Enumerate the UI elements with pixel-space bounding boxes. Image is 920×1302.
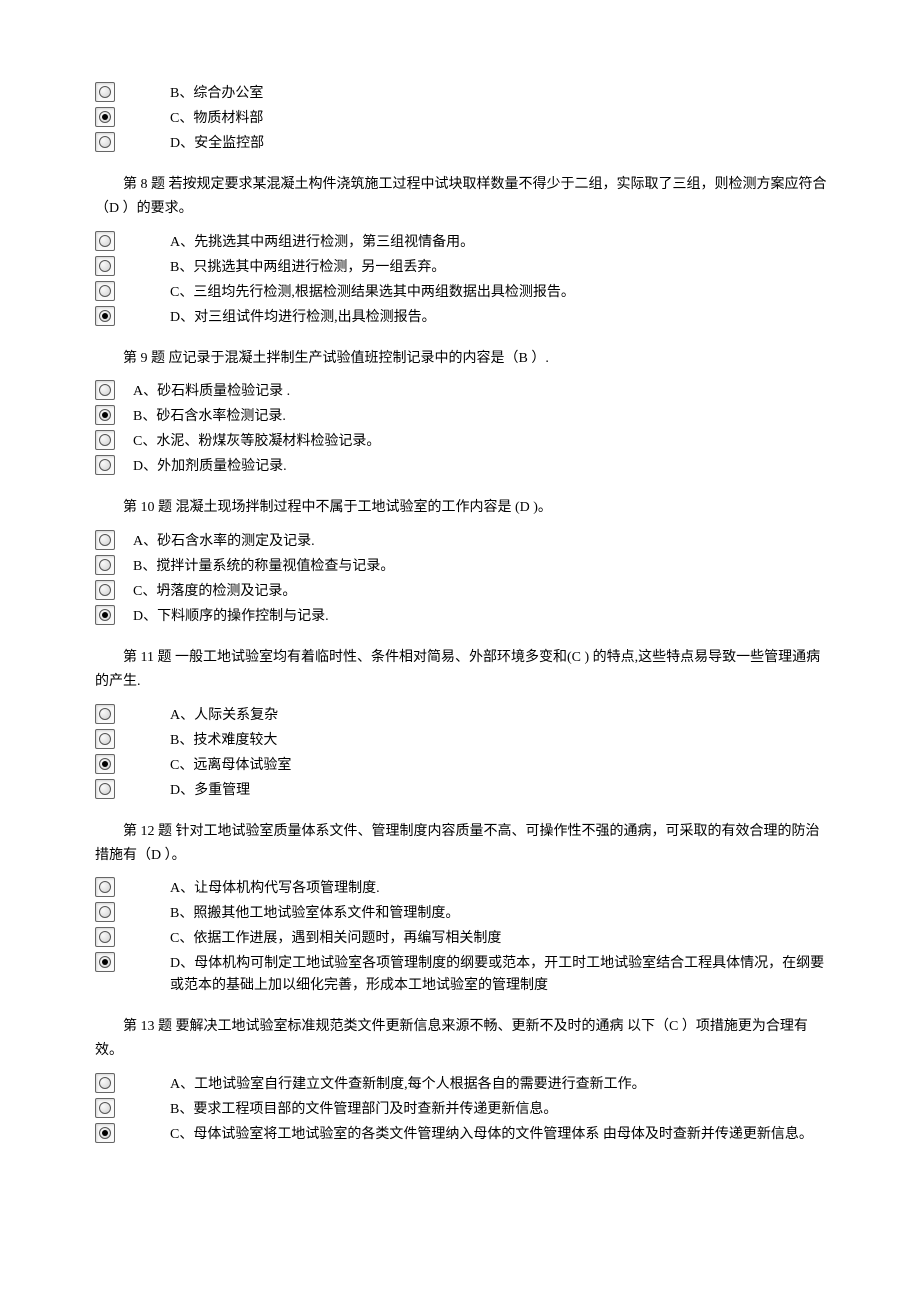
q8-text: 第 8 题 若按规定要求某混凝土构件浇筑施工过程中试块取样数量不得少于二组，实际…: [95, 173, 830, 221]
option-label: C、远离母体试验室: [170, 754, 830, 777]
q13-options: A、工地试验室自行建立文件查新制度,每个人根据各自的需要进行查新工作。 B、要求…: [95, 1073, 830, 1146]
q9-options: A、砂石料质量检验记录 . B、砂石含水率检测记录. C、水泥、粉煤灰等胶凝材料…: [95, 380, 830, 478]
option-label: B、综合办公室: [170, 82, 830, 105]
q8-option-c[interactable]: C、三组均先行检测,根据检测结果选其中两组数据出具检测报告。: [95, 281, 830, 304]
q11-text: 第 11 题 一般工地试验室均有着临时性、条件相对简易、外部环境多变和(C ) …: [95, 646, 830, 694]
radio-icon: [95, 1123, 115, 1143]
q9-option-a[interactable]: A、砂石料质量检验记录 .: [95, 380, 830, 403]
option-label: D、下料顺序的操作控制与记录.: [133, 605, 830, 628]
radio-icon: [95, 455, 115, 475]
q9-option-c[interactable]: C、水泥、粉煤灰等胶凝材料检验记录。: [95, 430, 830, 453]
q10-option-c[interactable]: C、坍落度的检测及记录。: [95, 580, 830, 603]
option-label: C、物质材料部: [170, 107, 830, 130]
q13-option-a[interactable]: A、工地试验室自行建立文件查新制度,每个人根据各自的需要进行查新工作。: [95, 1073, 830, 1096]
q13-option-c[interactable]: C、母体试验室将工地试验室的各类文件管理纳入母体的文件管理体系 由母体及时查新并…: [95, 1123, 830, 1146]
radio-icon: [95, 1098, 115, 1118]
q11-option-b[interactable]: B、技术难度较大: [95, 729, 830, 752]
option-label: C、依据工作进展，遇到相关问题时，再编写相关制度: [170, 927, 830, 950]
option-label: B、要求工程项目部的文件管理部门及时查新并传递更新信息。: [170, 1098, 830, 1121]
radio-icon: [95, 779, 115, 799]
q7-option-c[interactable]: C、物质材料部: [95, 107, 830, 130]
q7-tail-options: B、综合办公室 C、物质材料部 D、安全监控部: [95, 82, 830, 155]
q13-text: 第 13 题 要解决工地试验室标准规范类文件更新信息来源不畅、更新不及时的通病 …: [95, 1015, 830, 1063]
option-label: B、技术难度较大: [170, 729, 830, 752]
q11-option-a[interactable]: A、人际关系复杂: [95, 704, 830, 727]
radio-icon: [95, 306, 115, 326]
option-label: D、多重管理: [170, 779, 830, 802]
q11-option-c[interactable]: C、远离母体试验室: [95, 754, 830, 777]
option-label: C、坍落度的检测及记录。: [133, 580, 830, 603]
q9-option-d[interactable]: D、外加剂质量检验记录.: [95, 455, 830, 478]
option-label: B、砂石含水率检测记录.: [133, 405, 830, 428]
radio-icon: [95, 132, 115, 152]
q12-text: 第 12 题 针对工地试验室质量体系文件、管理制度内容质量不高、可操作性不强的通…: [95, 820, 830, 868]
radio-icon: [95, 530, 115, 550]
radio-icon: [95, 231, 115, 251]
q10-option-d[interactable]: D、下料顺序的操作控制与记录.: [95, 605, 830, 628]
option-label: A、让母体机构代写各项管理制度.: [170, 877, 830, 900]
q12-option-c[interactable]: C、依据工作进展，遇到相关问题时，再编写相关制度: [95, 927, 830, 950]
radio-icon: [95, 704, 115, 724]
radio-icon: [95, 902, 115, 922]
radio-icon: [95, 107, 115, 127]
q12-option-b[interactable]: B、照搬其他工地试验室体系文件和管理制度。: [95, 902, 830, 925]
q11-option-d[interactable]: D、多重管理: [95, 779, 830, 802]
radio-icon: [95, 952, 115, 972]
q8-option-b[interactable]: B、只挑选其中两组进行检测，另一组丢弃。: [95, 256, 830, 279]
q10-options: A、砂石含水率的测定及记录. B、搅拌计量系统的称量视值检查与记录。 C、坍落度…: [95, 530, 830, 628]
option-label: A、砂石含水率的测定及记录.: [133, 530, 830, 553]
radio-icon: [95, 580, 115, 600]
option-label: D、对三组试件均进行检测,出具检测报告。: [170, 306, 830, 329]
q12-option-a[interactable]: A、让母体机构代写各项管理制度.: [95, 877, 830, 900]
q13-option-b[interactable]: B、要求工程项目部的文件管理部门及时查新并传递更新信息。: [95, 1098, 830, 1121]
radio-icon: [95, 605, 115, 625]
radio-icon: [95, 405, 115, 425]
option-label: A、人际关系复杂: [170, 704, 830, 727]
radio-icon: [95, 927, 115, 947]
q10-option-a[interactable]: A、砂石含水率的测定及记录.: [95, 530, 830, 553]
option-label: C、水泥、粉煤灰等胶凝材料检验记录。: [133, 430, 830, 453]
q10-text: 第 10 题 混凝土现场拌制过程中不属于工地试验室的工作内容是 (D )。: [95, 496, 830, 520]
q9-text: 第 9 题 应记录于混凝土拌制生产试验值班控制记录中的内容是（B ）.: [95, 347, 830, 371]
option-label: D、安全监控部: [170, 132, 830, 155]
q8-options: A、先挑选其中两组进行检测，第三组视情备用。 B、只挑选其中两组进行检测，另一组…: [95, 231, 830, 329]
q8-option-a[interactable]: A、先挑选其中两组进行检测，第三组视情备用。: [95, 231, 830, 254]
q7-option-d[interactable]: D、安全监控部: [95, 132, 830, 155]
q10-option-b[interactable]: B、搅拌计量系统的称量视值检查与记录。: [95, 555, 830, 578]
radio-icon: [95, 256, 115, 276]
radio-icon: [95, 430, 115, 450]
option-label: D、母体机构可制定工地试验室各项管理制度的纲要或范本，开工时工地试验室结合工程具…: [170, 952, 830, 997]
option-label: A、工地试验室自行建立文件查新制度,每个人根据各自的需要进行查新工作。: [170, 1073, 830, 1096]
radio-icon: [95, 281, 115, 301]
radio-icon: [95, 380, 115, 400]
option-label: C、三组均先行检测,根据检测结果选其中两组数据出具检测报告。: [170, 281, 830, 304]
q8-option-d[interactable]: D、对三组试件均进行检测,出具检测报告。: [95, 306, 830, 329]
radio-icon: [95, 754, 115, 774]
q12-options: A、让母体机构代写各项管理制度. B、照搬其他工地试验室体系文件和管理制度。 C…: [95, 877, 830, 997]
option-label: A、砂石料质量检验记录 .: [133, 380, 830, 403]
radio-icon: [95, 82, 115, 102]
option-label: B、照搬其他工地试验室体系文件和管理制度。: [170, 902, 830, 925]
q11-options: A、人际关系复杂 B、技术难度较大 C、远离母体试验室 D、多重管理: [95, 704, 830, 802]
q9-option-b[interactable]: B、砂石含水率检测记录.: [95, 405, 830, 428]
radio-icon: [95, 555, 115, 575]
radio-icon: [95, 729, 115, 749]
option-label: B、搅拌计量系统的称量视值检查与记录。: [133, 555, 830, 578]
q7-option-b[interactable]: B、综合办公室: [95, 82, 830, 105]
q12-option-d[interactable]: D、母体机构可制定工地试验室各项管理制度的纲要或范本，开工时工地试验室结合工程具…: [95, 952, 830, 997]
option-label: A、先挑选其中两组进行检测，第三组视情备用。: [170, 231, 830, 254]
radio-icon: [95, 1073, 115, 1093]
radio-icon: [95, 877, 115, 897]
option-label: C、母体试验室将工地试验室的各类文件管理纳入母体的文件管理体系 由母体及时查新并…: [170, 1123, 830, 1146]
option-label: D、外加剂质量检验记录.: [133, 455, 830, 478]
option-label: B、只挑选其中两组进行检测，另一组丢弃。: [170, 256, 830, 279]
